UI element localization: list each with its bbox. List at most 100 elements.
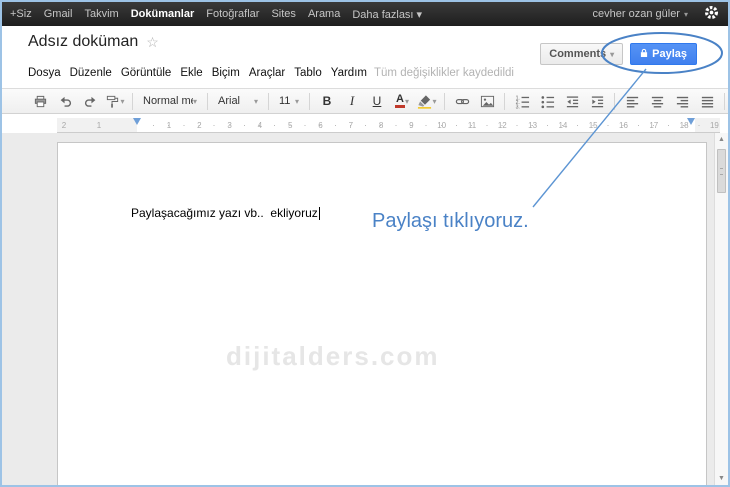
chevron-down-icon: ▾ (192, 96, 197, 106)
ruler-number: 7 (348, 121, 354, 130)
bold-button[interactable]: B (315, 90, 339, 112)
menu-yardım[interactable]: Yardım (331, 67, 367, 79)
menu-ekle[interactable]: Ekle (180, 67, 202, 79)
title-row: Adsız doküman ☆ (28, 33, 159, 51)
insert-link-button[interactable] (450, 90, 474, 112)
account-menu[interactable]: cevher ozan güler ▾ (593, 8, 688, 20)
topbar-item-sites[interactable]: Sites (271, 8, 295, 20)
outdent-icon (565, 94, 580, 109)
document-text[interactable]: Paylaşacağımız yazı vb.. ekliyoruz (131, 206, 318, 220)
print-button[interactable] (28, 90, 52, 112)
menubar-menus: Dosya Düzenle Görüntüle Ekle Biçim Araçlar Tab… (28, 67, 367, 79)
align-justify-button[interactable] (695, 90, 719, 112)
annotation-text: Paylaşı tıklıyoruz. (372, 210, 529, 232)
ruler-number: 6 (318, 121, 323, 130)
document-page[interactable]: Paylaşacağımız yazı vb.. ekliyoruz dijit… (57, 142, 707, 485)
bold-icon: B (322, 94, 332, 108)
scrollbar-thumb[interactable] (717, 149, 726, 193)
underline-button[interactable]: U (365, 90, 389, 112)
numbered-list-button[interactable]: 1. 2. 3. (510, 90, 534, 112)
topbar-item-daha-fazlası[interactable]: Daha fazlası ▾ (352, 8, 422, 21)
ruler-number: 3 (227, 121, 232, 130)
undo-button[interactable] (53, 90, 77, 112)
menu-biçim[interactable]: Biçim (212, 67, 240, 79)
vertical-scrollbar[interactable]: ▲ ▼ (714, 133, 728, 485)
toolbar-separator (207, 92, 208, 110)
topbar-item-dokümanlar[interactable]: Dokümanlar (131, 8, 195, 20)
paint-format-button[interactable]: ▾ (103, 90, 127, 112)
outdent-button[interactable] (560, 90, 584, 112)
chevron-down-icon: ▾ (294, 96, 299, 106)
bullet-list-button[interactable] (535, 90, 559, 112)
topbar-item-arama[interactable]: Arama (308, 8, 340, 20)
font-family-select-value: Arial (218, 95, 241, 107)
ruler-number: 14 (558, 121, 568, 130)
chevron-down-icon: ▾ (683, 9, 688, 19)
document-title[interactable]: Adsız doküman (28, 33, 138, 51)
chevron-down-icon: ▾ (253, 96, 258, 106)
toolbar-separator (614, 92, 615, 110)
insert-image-button[interactable] (475, 90, 499, 112)
paragraph-style-select-value: Normal me... (143, 95, 193, 107)
topbar-item-fotoğraflar[interactable]: Fotoğraflar (206, 8, 259, 20)
redo-button[interactable] (78, 90, 102, 112)
highlight-button[interactable]: ▾ (415, 90, 439, 112)
align-left-button[interactable] (620, 90, 644, 112)
paragraph-style-select[interactable]: Normal me...▾ (138, 91, 202, 111)
ruler-number: 11 (467, 121, 477, 130)
settings-gear-button[interactable] (698, 2, 724, 26)
chevron-down-icon: ▾ (120, 96, 125, 106)
scroll-down-arrow-icon[interactable]: ▼ (715, 475, 728, 482)
share-button[interactable]: Paylaş (630, 43, 697, 65)
font-family-select[interactable]: Arial ▾ (213, 91, 263, 111)
topbar-right: cevher ozan güler ▾ (593, 2, 724, 26)
lock-icon (640, 48, 648, 61)
menu-görüntüle[interactable]: Görüntüle (121, 67, 172, 79)
topbar-item-siz[interactable]: +Siz (10, 8, 32, 20)
account-name: cevher ozan güler (592, 8, 680, 20)
scroll-up-arrow-icon[interactable]: ▲ (715, 136, 728, 143)
toolbar: ▾Normal me...▾Arial▾11▾BIUA▾▾1.2.3.▾ (2, 88, 728, 114)
toolbar-items: ▾Normal me...▾Arial▾11▾BIUA▾▾1.2.3.▾ (28, 90, 728, 112)
header-buttons: Comments ▾ Paylaş (540, 43, 697, 65)
indent-marker-left[interactable] (133, 118, 141, 125)
indent-marker-right[interactable] (687, 118, 695, 125)
menu-düzenle[interactable]: Düzenle (70, 67, 112, 79)
ruler-number: 2 (197, 121, 202, 130)
menu-tablo[interactable]: Tablo (294, 67, 322, 79)
topbar-item-gmail[interactable]: Gmail (44, 8, 73, 20)
align-right-button[interactable] (670, 90, 694, 112)
paint-format-icon (105, 94, 120, 109)
ruler-number: 12 (497, 121, 507, 130)
ruler-number: 5 (287, 121, 293, 130)
underline-icon: U (372, 94, 382, 108)
toolbar-separator (444, 92, 445, 110)
ruler-number: 2 (61, 121, 67, 130)
ruler-number: 10 (437, 121, 447, 130)
ruler-number: 1 (166, 121, 172, 130)
body-text-line: Paylaşacağımız yazı vb.. ekliyoruz (131, 206, 320, 220)
google-docs-window: +Siz Gmail Takvim Dokümanlar Fotoğraflar Site… (0, 0, 730, 487)
menu-dosya[interactable]: Dosya (28, 67, 61, 79)
ruler-number: 19 (709, 121, 719, 130)
print-icon (33, 94, 48, 109)
toolbar-separator (132, 92, 133, 110)
text-color-button[interactable]: A ▾ (390, 90, 414, 112)
align-right-icon (675, 94, 690, 109)
topbar-item-takvim[interactable]: Takvim (84, 8, 118, 20)
toolbar-separator (724, 92, 725, 110)
align-center-button[interactable] (645, 90, 669, 112)
menu-araçlar[interactable]: Araçlar (249, 67, 285, 79)
comments-button[interactable]: Comments ▾ (540, 43, 624, 65)
toolbar-separator (309, 92, 310, 110)
font-size-select[interactable]: 11 ▾ (274, 91, 304, 111)
indent-icon (590, 94, 605, 109)
italic-button[interactable]: I (340, 90, 364, 112)
star-icon[interactable]: ☆ (146, 34, 159, 51)
ruler-number: 1 (96, 121, 102, 130)
ruler-number: 9 (409, 121, 414, 130)
ruler: 2 1 1 2 3 4 5 6 7 8 9 10 11 12 13 14 15 16 17 18 19 (57, 118, 720, 133)
text-color-icon: A (395, 94, 405, 108)
indent-button[interactable] (585, 90, 609, 112)
chevron-down-icon: ▾ (404, 96, 409, 106)
